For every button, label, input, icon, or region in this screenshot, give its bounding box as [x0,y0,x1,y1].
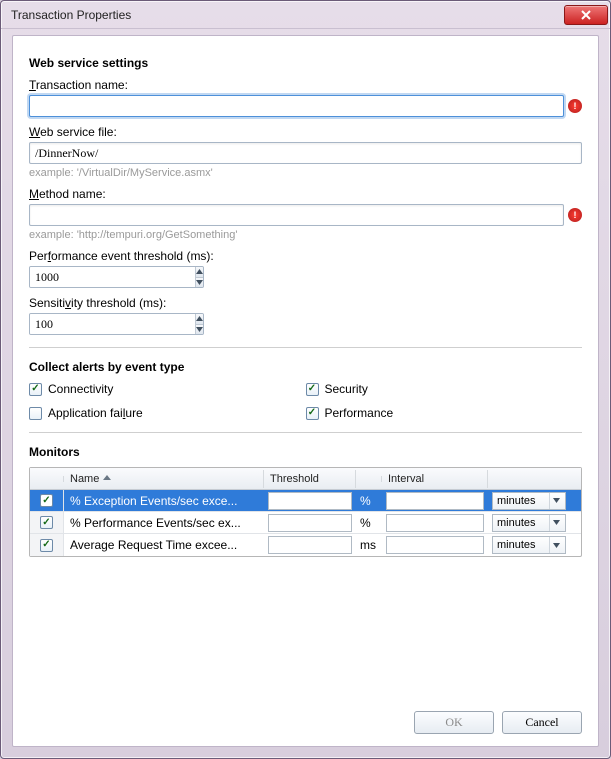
monitor-row[interactable]: % Performance Events/sec ex...% minutes [30,512,581,534]
checkbox-icon [29,383,42,396]
monitor-row[interactable]: % Exception Events/sec exce...% minutes [30,490,581,512]
monitors-table: Name Threshold Interval % Exception Even… [29,467,582,557]
window-title: Transaction Properties [11,8,564,22]
perf-threshold-spinner[interactable] [29,266,204,288]
interval-unit-cell[interactable]: minutes [488,490,570,511]
interval-cell[interactable] [382,490,488,511]
perf-threshold-input[interactable] [30,267,195,287]
transaction-name-input[interactable] [29,95,564,117]
interval-spinner[interactable] [386,492,484,510]
web-service-file-input[interactable] [29,142,582,164]
cancel-label: Cancel [525,715,558,730]
method-name-label: Method name: [29,187,582,201]
threshold-unit: % [356,490,382,511]
separator [29,347,582,348]
checkbox-icon [306,407,319,420]
header-name-label: Name [70,473,99,485]
checkbox-icon [40,539,53,552]
chevron-down-icon [549,515,563,531]
connectivity-checkbox[interactable]: Connectivity [29,382,306,396]
dialog-footer: OK Cancel [414,711,582,734]
titlebar: Transaction Properties [1,1,610,29]
security-checkbox[interactable]: Security [306,382,583,396]
transaction-name-label: Transaction name: [29,78,582,92]
security-label: Security [325,382,368,396]
threshold-spinner[interactable] [268,536,352,554]
header-check[interactable] [30,476,64,482]
spin-down-button[interactable] [196,325,203,335]
header-interval-label: Interval [388,473,424,485]
web-service-file-label: Web service file: [29,125,582,139]
ok-button[interactable]: OK [414,711,494,734]
performance-label: Performance [325,406,394,420]
sens-threshold-label: Sensitivity threshold (ms): [29,296,582,310]
threshold-unit: ms [356,534,382,556]
interval-unit-value: minutes [497,517,536,529]
web-service-file-example: example: '/VirtualDir/MyService.asmx' [29,167,582,179]
close-button[interactable] [564,5,608,25]
spin-down-button[interactable] [196,278,203,288]
header-interval-unit [488,476,570,482]
error-icon: ! [568,208,582,222]
checkbox-icon [40,516,53,529]
dialog-window: Transaction Properties Web service setti… [0,0,611,759]
error-icon: ! [568,99,582,113]
threshold-cell[interactable] [264,512,356,533]
method-name-input[interactable] [29,204,564,226]
sens-threshold-spinner[interactable] [29,313,204,335]
interval-unit-value: minutes [497,539,536,551]
interval-unit-combo[interactable]: minutes [492,536,566,554]
interval-unit-combo[interactable]: minutes [492,514,566,532]
interval-unit-combo[interactable]: minutes [492,492,566,510]
spin-up-button[interactable] [196,267,203,278]
checkbox-icon [40,494,53,507]
threshold-spinner[interactable] [268,514,352,532]
threshold-cell[interactable] [264,490,356,511]
row-checkbox-cell[interactable] [30,512,64,533]
header-unit [356,476,382,482]
perf-threshold-label: Performance event threshold (ms): [29,249,582,263]
separator [29,432,582,433]
sort-asc-icon [103,473,111,485]
close-icon [581,10,591,20]
app-failure-checkbox[interactable]: Application failure [29,406,306,420]
ok-label: OK [445,715,462,730]
monitor-name: Average Request Time excee... [64,534,264,556]
interval-unit-cell[interactable]: minutes [488,534,570,556]
checkbox-icon [29,407,42,420]
collect-alerts-heading: Collect alerts by event type [29,360,582,374]
cancel-button[interactable]: Cancel [502,711,582,734]
interval-cell[interactable] [382,512,488,533]
header-threshold-label: Threshold [270,473,319,485]
monitor-name: % Exception Events/sec exce... [64,490,264,511]
chevron-down-icon [549,493,563,509]
chevron-down-icon [549,537,563,553]
threshold-cell[interactable] [264,534,356,556]
app-failure-label: Application failure [48,406,143,420]
interval-spinner[interactable] [386,536,484,554]
interval-cell[interactable] [382,534,488,556]
performance-checkbox[interactable]: Performance [306,406,583,420]
monitor-row[interactable]: Average Request Time excee... ms minutes [30,534,581,556]
row-checkbox-cell[interactable] [30,534,64,556]
web-service-settings-heading: Web service settings [29,56,582,70]
interval-spinner[interactable] [386,514,484,532]
checkbox-icon [306,383,319,396]
header-interval[interactable]: Interval [382,470,488,488]
interval-unit-cell[interactable]: minutes [488,512,570,533]
method-name-example: example: 'http://tempuri.org/GetSomethin… [29,229,582,241]
monitors-header-row: Name Threshold Interval [30,468,581,490]
spin-up-button[interactable] [196,314,203,325]
client-area: Web service settings Transaction name: !… [12,35,599,747]
threshold-unit: % [356,512,382,533]
row-checkbox-cell[interactable] [30,490,64,511]
header-name[interactable]: Name [64,470,264,488]
connectivity-label: Connectivity [48,382,113,396]
monitor-name: % Performance Events/sec ex... [64,512,264,533]
sens-threshold-input[interactable] [30,314,195,334]
header-threshold[interactable]: Threshold [264,470,356,488]
interval-unit-value: minutes [497,495,536,507]
threshold-spinner[interactable] [268,492,352,510]
monitors-heading: Monitors [29,445,582,459]
